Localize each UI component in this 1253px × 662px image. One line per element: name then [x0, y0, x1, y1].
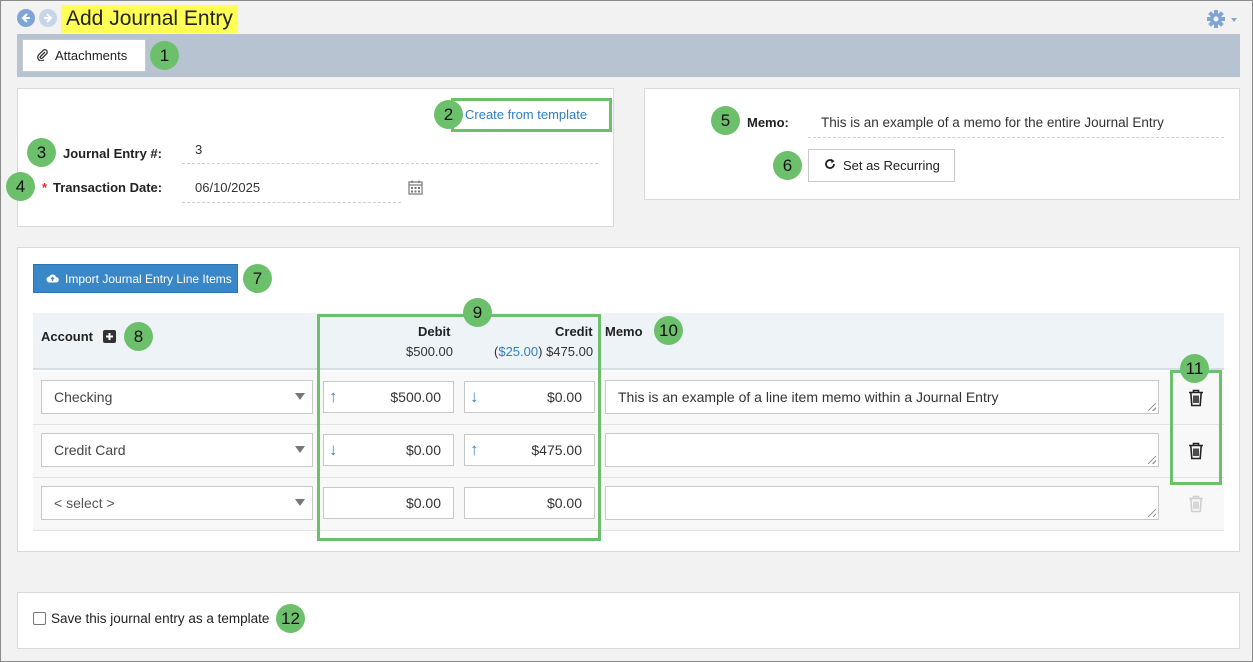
- annotation-badge-10: 10: [654, 316, 683, 345]
- required-asterisk: *: [42, 180, 48, 195]
- debit-credit-highlight: [317, 314, 601, 541]
- account-column-header: Account: [41, 329, 93, 344]
- chevron-down-icon: [295, 446, 305, 453]
- annotation-badge-8: 8: [124, 322, 153, 351]
- annotation-badge-3: 3: [27, 138, 56, 167]
- chevron-down-icon: [295, 393, 305, 400]
- refresh-icon: [824, 158, 836, 173]
- annotation-badge-2: 2: [434, 100, 463, 129]
- save-template-label[interactable]: Save this journal entry as a template: [51, 611, 269, 626]
- line-memo-input[interactable]: This is an example of a line item memo w…: [605, 380, 1159, 414]
- set-as-recurring-label: Set as Recurring: [843, 158, 940, 173]
- save-template-checkbox[interactable]: [33, 612, 46, 625]
- annotation-badge-12: 12: [276, 604, 305, 633]
- cloud-upload-icon: [46, 272, 59, 286]
- back-icon[interactable]: [17, 9, 35, 27]
- journal-memo-field: [808, 137, 1224, 138]
- resize-grip-icon[interactable]: [1148, 456, 1156, 464]
- trash-icon: [1188, 495, 1204, 513]
- resize-grip-icon[interactable]: [1148, 509, 1156, 517]
- resize-grip-icon[interactable]: [1148, 403, 1156, 411]
- transaction-date-input[interactable]: 06/10/2025: [195, 180, 260, 195]
- forward-icon[interactable]: [39, 9, 57, 27]
- account-select-value: Credit Card: [54, 442, 126, 458]
- attachments-label: Attachments: [55, 48, 128, 63]
- journal-entry-number-field: [182, 163, 598, 164]
- attachments-button[interactable]: Attachments: [22, 39, 146, 72]
- annotation-badge-1: 1: [150, 41, 179, 70]
- import-line-items-label: Import Journal Entry Line Items: [65, 271, 232, 286]
- annotation-badge-7: 7: [243, 264, 272, 293]
- account-select[interactable]: Checking: [41, 380, 313, 414]
- add-account-icon[interactable]: [103, 330, 116, 343]
- line-memo-input[interactable]: [605, 486, 1159, 520]
- annotation-badge-5: 5: [711, 106, 740, 135]
- trash-icon[interactable]: [1188, 389, 1204, 407]
- transaction-date-label: Transaction Date:: [53, 180, 163, 195]
- annotation-badge-9: 9: [463, 298, 492, 327]
- memo-column-header: Memo: [605, 324, 643, 339]
- annotation-badge-11: 11: [1180, 354, 1209, 383]
- transaction-date-field: [182, 202, 401, 203]
- memo-label: Memo:: [747, 115, 789, 130]
- line-items-header: [33, 313, 1224, 370]
- memo-panel: [644, 88, 1240, 200]
- chevron-down-icon: [295, 499, 305, 506]
- settings-gear-icon[interactable]: [1206, 8, 1240, 30]
- line-memo-input[interactable]: [605, 433, 1159, 467]
- import-line-items-button[interactable]: Import Journal Entry Line Items: [33, 264, 238, 293]
- account-select[interactable]: Credit Card: [41, 433, 313, 467]
- account-select[interactable]: < select >: [41, 486, 313, 520]
- calendar-icon[interactable]: [408, 180, 423, 198]
- journal-entry-number-label: Journal Entry #:: [63, 146, 162, 161]
- account-select-value: Checking: [54, 389, 113, 405]
- toolbar: [17, 34, 1240, 77]
- paperclip-icon: [37, 48, 48, 64]
- delete-column-highlight: [1170, 370, 1222, 485]
- annotation-badge-6: 6: [773, 151, 802, 180]
- journal-memo-input[interactable]: This is an example of a memo for the ent…: [821, 115, 1164, 130]
- journal-entry-number-value[interactable]: 3: [195, 142, 202, 157]
- annotation-badge-4: 4: [6, 172, 35, 201]
- create-from-template-link[interactable]: Create from template: [465, 107, 587, 122]
- trash-icon[interactable]: [1188, 442, 1204, 460]
- page-title: Add Journal Entry: [61, 5, 238, 33]
- account-select-value: < select >: [54, 495, 115, 511]
- line-memo-value: This is an example of a line item memo w…: [618, 389, 999, 405]
- set-as-recurring-button[interactable]: Set as Recurring: [808, 149, 955, 182]
